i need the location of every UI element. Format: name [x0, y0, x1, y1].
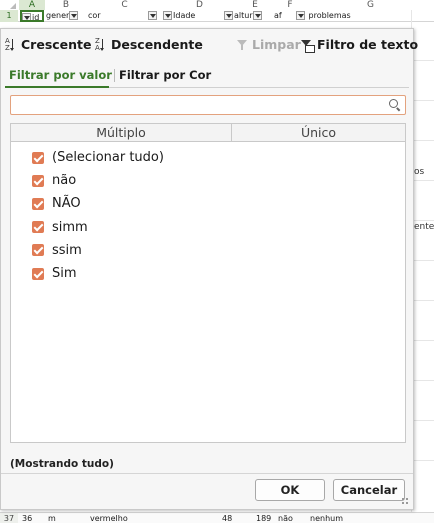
- cell-overflow-text: os: [414, 167, 425, 177]
- column-header-e[interactable]: E: [237, 0, 273, 10]
- checkbox-checked-icon[interactable]: [32, 244, 44, 257]
- text-filter-label: Filtro de texto: [317, 37, 419, 52]
- cell-c37[interactable]: vermelho: [90, 513, 128, 523]
- filter-tabs: Filtrar por valor Filtrar por Cor: [5, 65, 409, 85]
- column-header-single[interactable]: Único: [232, 124, 405, 142]
- search-input[interactable]: [15, 98, 381, 112]
- resize-grip-icon[interactable]: [402, 498, 410, 506]
- value-list: Múltiplo Único (Selecionar tudo) não NÃO…: [10, 123, 406, 443]
- row-number-1[interactable]: 1: [0, 10, 18, 22]
- cell-f1-text: af: [274, 11, 282, 20]
- cell-b1[interactable]: gener: [46, 10, 86, 22]
- sort-descending-label: Descendente: [111, 37, 203, 52]
- sort-ascending-label: Crescente: [21, 37, 92, 52]
- active-tab-indicator: [5, 86, 109, 88]
- cell-g37[interactable]: nenhum: [310, 513, 343, 523]
- tab-separator: [114, 69, 115, 82]
- sort-descending-icon: ZA: [95, 38, 107, 52]
- select-all-corner[interactable]: [0, 0, 18, 10]
- cell-b1-text: gener: [46, 11, 70, 20]
- sort-ascending-icon: AZ: [5, 38, 17, 52]
- column-header-b[interactable]: B: [45, 0, 87, 10]
- status-text: (Mostrando tudo): [10, 458, 114, 470]
- list-item-label: Sim: [52, 266, 77, 282]
- cell-e37[interactable]: 189: [256, 513, 271, 523]
- list-item-label: ssim: [52, 242, 82, 258]
- column-header-multiple[interactable]: Múltiplo: [11, 124, 232, 142]
- sort-ascending-button[interactable]: AZ Crescente: [5, 35, 92, 55]
- checkbox-checked-icon[interactable]: [32, 267, 44, 280]
- autofilter-dropdown-icon[interactable]: [22, 13, 31, 20]
- cell-a37[interactable]: 36: [22, 513, 32, 523]
- ok-button[interactable]: OK: [255, 479, 325, 501]
- column-headers: A B C D E F G: [0, 0, 434, 10]
- cell-f37[interactable]: não: [278, 513, 293, 523]
- list-item-label: simm: [52, 219, 88, 235]
- sort-descending-button[interactable]: ZA Descendente: [95, 35, 203, 55]
- column-header-c[interactable]: C: [87, 0, 162, 10]
- checkbox-checked-icon[interactable]: [32, 197, 44, 210]
- autofilter-dropdown-icon[interactable]: [163, 11, 172, 20]
- cell-g1[interactable]: problemas: [296, 10, 434, 22]
- list-item-label: (Selecionar tudo): [52, 150, 164, 166]
- autofilter-dropdown-icon[interactable]: [69, 11, 79, 20]
- list-item-label: NÃO: [52, 196, 81, 212]
- cell-a1[interactable]: id: [20, 10, 44, 22]
- tab-filter-by-value[interactable]: Filtrar por valor: [9, 65, 112, 85]
- text-filter-icon: [301, 39, 315, 53]
- list-item[interactable]: Sim: [11, 262, 405, 285]
- cancel-button[interactable]: Cancelar: [333, 479, 405, 501]
- list-item[interactable]: NÃO: [11, 192, 405, 215]
- list-item-select-all[interactable]: (Selecionar tudo): [11, 146, 405, 169]
- column-header-g[interactable]: G: [307, 0, 434, 10]
- list-item[interactable]: não: [11, 169, 405, 192]
- data-row-37: 37 36 m vermelho 48 189 não nenhum: [0, 512, 434, 523]
- column-header-d[interactable]: D: [162, 0, 237, 10]
- cell-a1-text: id: [32, 13, 40, 22]
- cell-e1[interactable]: altur: [224, 10, 274, 22]
- search-box: [10, 95, 406, 115]
- list-item[interactable]: simm: [11, 216, 405, 239]
- autofilter-dropdown-icon[interactable]: [296, 11, 305, 20]
- cell-d1-text: Idade: [173, 11, 196, 20]
- header-row: 1 id gener cor Idade altur af problemas: [0, 10, 434, 22]
- clear-filter-icon: [237, 39, 247, 51]
- column-header-a[interactable]: A: [19, 0, 45, 10]
- search-icon[interactable]: [389, 99, 401, 111]
- sort-toolbar: AZ Crescente ZA Descendente Limpar Filtr…: [5, 35, 418, 55]
- cell-g1-text: problemas: [308, 11, 351, 20]
- cell-c1-text: cor: [88, 11, 101, 20]
- cell-d37[interactable]: 48: [222, 513, 232, 523]
- footer-divider: [1, 473, 413, 474]
- autofilter-dropdown-icon[interactable]: [148, 11, 157, 20]
- checkbox-checked-icon[interactable]: [32, 151, 44, 164]
- cell-c1-filter[interactable]: [148, 10, 162, 22]
- cell-overflow-text: ente: [414, 222, 434, 232]
- tab-filter-by-color[interactable]: Filtrar por Cor: [119, 65, 211, 85]
- clear-filter-label: Limpar: [252, 37, 301, 52]
- autofilter-dropdown-icon[interactable]: [224, 11, 233, 20]
- autofilter-popup: AZ Crescente ZA Descendente Limpar Filtr…: [0, 28, 418, 510]
- checkbox-checked-icon[interactable]: [32, 221, 44, 234]
- cell-b37[interactable]: m: [48, 513, 56, 523]
- row-number-37[interactable]: 37: [0, 513, 18, 523]
- value-items: (Selecionar tudo) não NÃO simm ssim Sim: [11, 146, 405, 285]
- text-filter-button[interactable]: Filtro de texto: [301, 35, 418, 55]
- checkbox-checked-icon[interactable]: [32, 174, 44, 187]
- list-item-label: não: [52, 173, 77, 189]
- cell-e1-text: altur: [234, 11, 253, 20]
- list-item[interactable]: ssim: [11, 239, 405, 262]
- column-header-f[interactable]: F: [273, 0, 307, 10]
- value-list-header: Múltiplo Único: [11, 124, 405, 142]
- autofilter-dropdown-icon[interactable]: [252, 11, 262, 20]
- clear-filter-button[interactable]: Limpar: [237, 35, 301, 55]
